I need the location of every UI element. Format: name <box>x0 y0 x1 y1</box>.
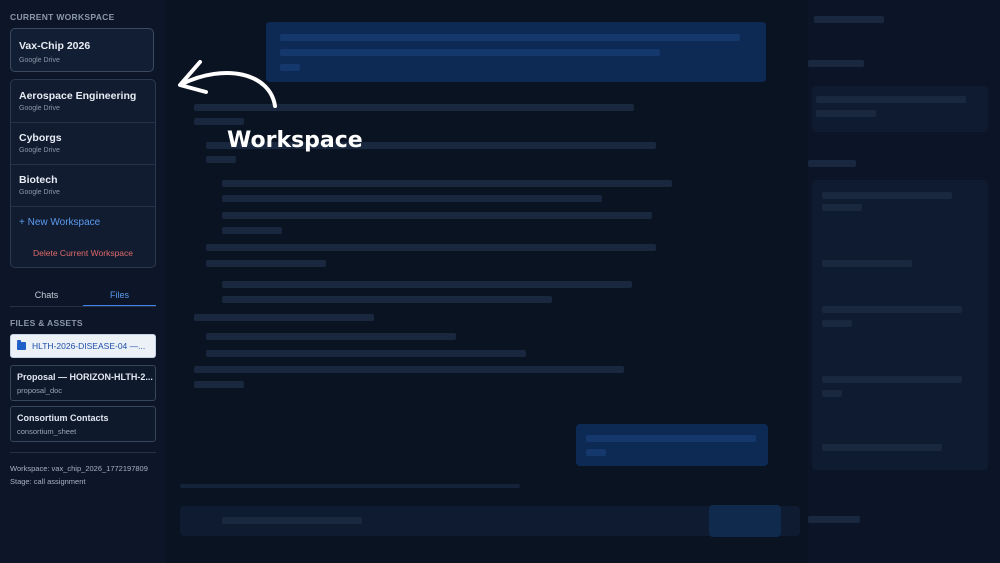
workspace-item-name: Biotech <box>19 174 58 186</box>
current-workspace-source: Google Drive <box>19 57 60 64</box>
current-workspace-title: CURRENT WORKSPACE <box>10 12 115 22</box>
workspace-list: Aerospace Engineering Google Drive Cybor… <box>10 79 156 268</box>
tab-chats[interactable]: Chats <box>10 285 83 307</box>
tabs-divider <box>10 306 156 307</box>
workspace-item-source: Google Drive <box>19 189 60 196</box>
tab-files[interactable]: Files <box>83 285 156 307</box>
workspace-item-source: Google Drive <box>19 105 60 112</box>
file-item-title: Proposal — HORIZON-HLTH-2... <box>17 372 153 382</box>
active-folder-label: HLTH-2026-DISEASE-04 —... <box>32 341 146 351</box>
workspace-item[interactable]: Biotech Google Drive <box>11 164 155 207</box>
curved-arrow-icon <box>178 60 277 108</box>
workspace-callout-label: Workspace <box>227 128 363 153</box>
current-workspace-name: Vax-Chip 2026 <box>19 40 91 52</box>
stage-meta: Stage: call assignment <box>10 477 86 486</box>
dimmed-todo-list <box>812 180 988 470</box>
dimmed-send-button <box>709 505 781 537</box>
workspace-item-source: Google Drive <box>19 147 60 154</box>
file-item[interactable]: Proposal — HORIZON-HLTH-2... proposal_do… <box>10 365 156 401</box>
file-item-subtitle: proposal_doc <box>17 386 63 395</box>
workspace-item-name: Aerospace Engineering <box>19 90 137 102</box>
delete-workspace-button[interactable]: Delete Current Workspace <box>11 248 155 258</box>
current-workspace-card[interactable]: Vax-Chip 2026 Google Drive <box>10 28 154 72</box>
dimmed-progress <box>180 484 520 488</box>
workspace-meta: Workspace: vax_chip_2026_1772197809 <box>10 464 148 473</box>
sidebar: CURRENT WORKSPACE Vax-Chip 2026 Google D… <box>0 0 167 563</box>
right-panel <box>808 0 1000 563</box>
file-item-subtitle: consortium_sheet <box>17 427 77 436</box>
sidebar-divider <box>10 452 156 453</box>
dimmed-chat-input <box>180 506 800 536</box>
dimmed-panel-card <box>812 86 988 132</box>
file-item-title: Consortium Contacts <box>17 413 109 423</box>
sidebar-tabs: Chats Files <box>10 285 156 307</box>
dimmed-user-message <box>266 22 766 82</box>
files-assets-title: FILES & ASSETS <box>10 318 83 328</box>
workspace-item[interactable]: Aerospace Engineering Google Drive <box>11 80 155 123</box>
workspace-item-name: Cyborgs <box>19 132 62 144</box>
workspace-item[interactable]: Cyborgs Google Drive <box>11 122 155 165</box>
file-item[interactable]: Consortium Contacts consortium_sheet <box>10 406 156 442</box>
folder-icon <box>17 340 26 350</box>
dimmed-user-reply <box>576 424 768 466</box>
new-workspace-button[interactable]: + New Workspace <box>19 217 100 228</box>
active-folder-item[interactable]: HLTH-2026-DISEASE-04 —... <box>10 334 156 358</box>
